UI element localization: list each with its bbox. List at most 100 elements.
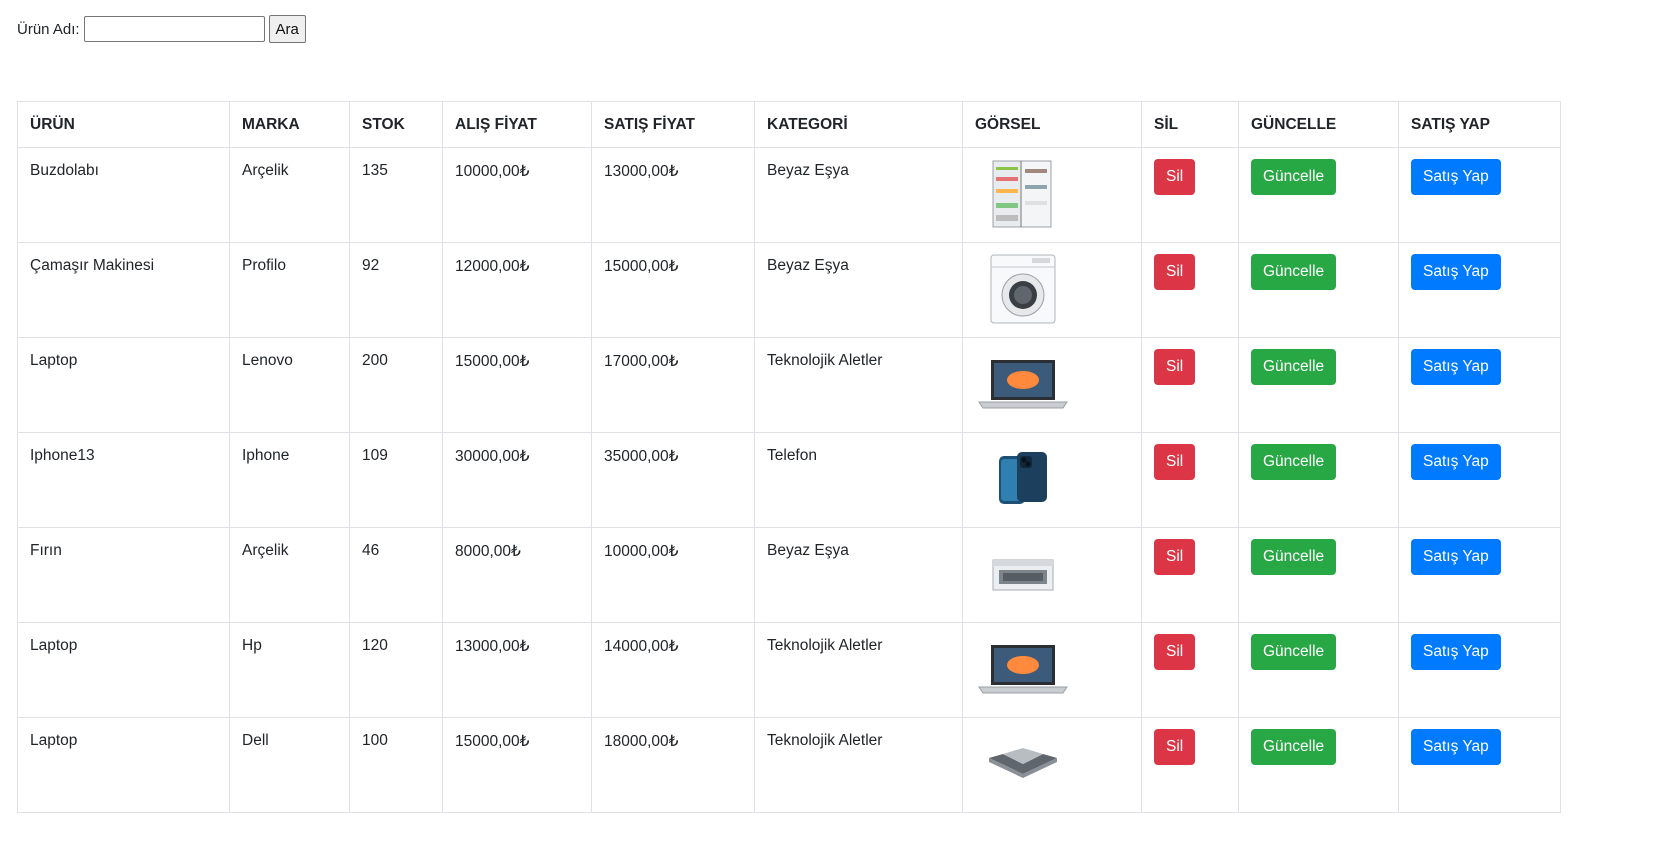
product-sell-price: 14000,00₺ — [591, 622, 755, 718]
product-image-cell — [962, 527, 1142, 623]
table-row: Laptop Hp 120 13000,00₺ 14000,00₺ Teknolojik … — [17, 622, 1561, 718]
header-sell: SATIŞ YAP — [1398, 101, 1561, 148]
product-buy-price: 13000,00₺ — [442, 622, 592, 718]
sell-button[interactable]: Satış Yap — [1411, 444, 1501, 480]
product-brand: Iphone — [229, 432, 350, 528]
delete-cell: Sil — [1141, 242, 1239, 338]
header-sell-price: SATIŞ FİYAT — [591, 101, 755, 148]
sell-cell: Satış Yap — [1398, 432, 1561, 528]
update-cell: Güncelle — [1238, 527, 1399, 623]
product-image-cell — [962, 242, 1142, 338]
update-button[interactable]: Güncelle — [1251, 539, 1337, 575]
delete-cell: Sil — [1141, 147, 1239, 243]
phone-image — [975, 443, 1071, 515]
sell-cell: Satış Yap — [1398, 527, 1561, 623]
product-category: Teknolojik Aletler — [754, 622, 963, 718]
sell-cell: Satış Yap — [1398, 147, 1561, 243]
table-row: Laptop Lenovo 200 15000,00₺ 17000,00₺ Teknolo… — [17, 337, 1561, 433]
sell-button[interactable]: Satış Yap — [1411, 539, 1501, 575]
search-bar: Ürün Adı: Ara — [17, 14, 306, 44]
delete-button[interactable]: Sil — [1154, 254, 1196, 290]
delete-cell: Sil — [1141, 527, 1239, 623]
product-buy-price: 8000,00₺ — [442, 527, 592, 623]
sell-button[interactable]: Satış Yap — [1411, 349, 1501, 385]
product-category: Teknolojik Aletler — [754, 717, 963, 813]
delete-cell: Sil — [1141, 432, 1239, 528]
product-stock: 120 — [349, 622, 443, 718]
products-table: ÜRÜN MARKA STOK ALIŞ FİYAT SATIŞ FİYAT K… — [17, 101, 1561, 813]
table-row: Buzdolabı Arçelik 135 10000,00₺ 13000,00₺ Bey… — [17, 147, 1561, 243]
sell-button[interactable]: Satış Yap — [1411, 634, 1501, 670]
product-category: Beyaz Eşya — [754, 527, 963, 623]
update-button[interactable]: Güncelle — [1251, 159, 1337, 195]
update-cell: Güncelle — [1238, 147, 1399, 243]
search-button[interactable]: Ara — [268, 15, 306, 43]
product-stock: 46 — [349, 527, 443, 623]
convertible-laptop-image — [975, 728, 1071, 800]
product-brand: Arçelik — [229, 147, 350, 243]
delete-button[interactable]: Sil — [1154, 634, 1196, 670]
product-buy-price: 10000,00₺ — [442, 147, 592, 243]
product-name: Buzdolabı — [17, 147, 230, 243]
washing-machine-image — [975, 253, 1071, 325]
update-cell: Güncelle — [1238, 622, 1399, 718]
product-buy-price: 12000,00₺ — [442, 242, 592, 338]
sell-button[interactable]: Satış Yap — [1411, 729, 1501, 765]
header-image: GÖRSEL — [962, 101, 1142, 148]
product-category: Telefon — [754, 432, 963, 528]
delete-button[interactable]: Sil — [1154, 444, 1196, 480]
product-buy-price: 15000,00₺ — [442, 717, 592, 813]
product-category: Beyaz Eşya — [754, 242, 963, 338]
sell-button[interactable]: Satış Yap — [1411, 159, 1501, 195]
product-brand: Hp — [229, 622, 350, 718]
table-row: Laptop Dell 100 15000,00₺ 18000,00₺ Teknoloji… — [17, 717, 1561, 813]
sell-button[interactable]: Satış Yap — [1411, 254, 1501, 290]
product-name: Çamaşır Makinesi — [17, 242, 230, 338]
table-row: Iphone13 Iphone 109 30000,00₺ 35000,00₺ Telef… — [17, 432, 1561, 528]
product-buy-price: 30000,00₺ — [442, 432, 592, 528]
laptop-image — [975, 633, 1071, 705]
delete-button[interactable]: Sil — [1154, 349, 1196, 385]
sell-cell: Satış Yap — [1398, 337, 1561, 433]
delete-button[interactable]: Sil — [1154, 539, 1196, 575]
product-image-cell — [962, 432, 1142, 528]
delete-button[interactable]: Sil — [1154, 729, 1196, 765]
update-button[interactable]: Güncelle — [1251, 254, 1337, 290]
update-button[interactable]: Güncelle — [1251, 349, 1337, 385]
sell-cell: Satış Yap — [1398, 717, 1561, 813]
update-button[interactable]: Güncelle — [1251, 634, 1337, 670]
oven-image — [975, 538, 1071, 610]
product-image-cell — [962, 147, 1142, 243]
product-sell-price: 13000,00₺ — [591, 147, 755, 243]
product-image-cell — [962, 622, 1142, 718]
table-row: Çamaşır Makinesi Profilo 92 12000,00₺ 15000,… — [17, 242, 1561, 338]
header-update: GÜNCELLE — [1238, 101, 1399, 148]
product-name: Laptop — [17, 622, 230, 718]
delete-button[interactable]: Sil — [1154, 159, 1196, 195]
delete-cell: Sil — [1141, 337, 1239, 433]
update-cell: Güncelle — [1238, 242, 1399, 338]
delete-cell: Sil — [1141, 622, 1239, 718]
header-buy-price: ALIŞ FİYAT — [442, 101, 592, 148]
update-cell: Güncelle — [1238, 717, 1399, 813]
delete-cell: Sil — [1141, 717, 1239, 813]
refrigerator-image — [975, 158, 1071, 230]
product-stock: 92 — [349, 242, 443, 338]
product-stock: 200 — [349, 337, 443, 433]
update-button[interactable]: Güncelle — [1251, 444, 1337, 480]
product-buy-price: 15000,00₺ — [442, 337, 592, 433]
product-stock: 109 — [349, 432, 443, 528]
search-label: Ürün Adı: — [17, 20, 80, 38]
update-button[interactable]: Güncelle — [1251, 729, 1337, 765]
search-input[interactable] — [83, 16, 265, 42]
product-brand: Lenovo — [229, 337, 350, 433]
product-name: Fırın — [17, 527, 230, 623]
product-sell-price: 15000,00₺ — [591, 242, 755, 338]
header-product: ÜRÜN — [17, 101, 230, 148]
product-brand: Profilo — [229, 242, 350, 338]
header-delete: SİL — [1141, 101, 1239, 148]
product-category: Teknolojik Aletler — [754, 337, 963, 433]
product-sell-price: 17000,00₺ — [591, 337, 755, 433]
update-cell: Güncelle — [1238, 337, 1399, 433]
product-sell-price: 10000,00₺ — [591, 527, 755, 623]
